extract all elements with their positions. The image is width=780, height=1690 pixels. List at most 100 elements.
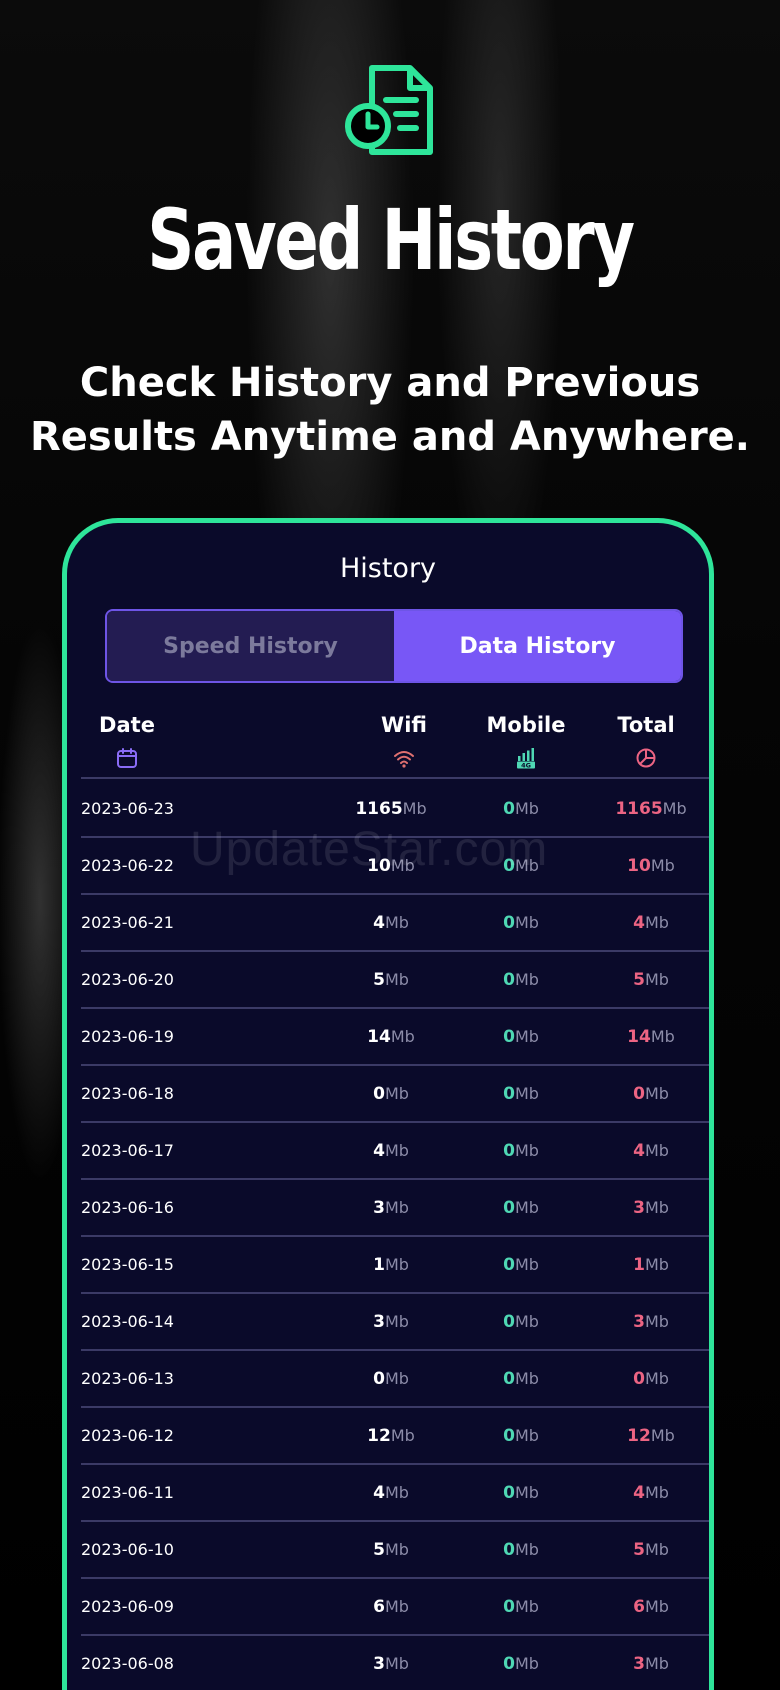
row-total-unit: Mb: [650, 1027, 675, 1046]
row-mobile-unit: Mb: [514, 1426, 539, 1445]
row-date: 2023-06-11: [81, 1483, 174, 1502]
row-wifi-unit: Mb: [402, 799, 427, 818]
row-mobile-value: 0: [503, 1369, 515, 1389]
promo-subheadline: Check History and Previous Results Anyti…: [0, 356, 780, 464]
column-label-date: Date: [99, 713, 155, 737]
row-total: 4Mb: [591, 895, 709, 950]
row-mobile: 0Mb: [461, 1408, 581, 1463]
row-date: 2023-06-18: [81, 1084, 174, 1103]
row-total-unit: Mb: [644, 1141, 669, 1160]
row-wifi: 3Mb: [331, 1636, 451, 1690]
row-wifi-value: 3: [373, 1312, 385, 1332]
watermark: UpdateStar.com: [190, 823, 549, 876]
row-wifi: 3Mb: [331, 1294, 451, 1349]
row-wifi-value: 0: [373, 1369, 385, 1389]
row-wifi-unit: Mb: [384, 1654, 409, 1673]
row-mobile: 0Mb: [461, 1636, 581, 1690]
row-mobile-value: 0: [503, 913, 515, 933]
row-mobile-unit: Mb: [514, 1654, 539, 1673]
row-wifi: 3Mb: [331, 1180, 451, 1235]
table-row: 2023-06-09 6Mb 0Mb 6Mb: [81, 1579, 709, 1636]
history-table: 2023-06-23 1165Mb 0Mb 1165Mb 2023-06-22 10Mb 0…: [81, 781, 709, 1690]
row-mobile-value: 0: [503, 1084, 515, 1104]
row-wifi-value: 5: [373, 970, 385, 990]
row-mobile-value: 0: [503, 970, 515, 990]
row-total-unit: Mb: [644, 1084, 669, 1103]
row-wifi: 12Mb: [331, 1408, 451, 1463]
table-header: Date Wifi Mobile 4G Total: [81, 713, 709, 779]
row-date: 2023-06-23: [81, 799, 174, 818]
row-date: 2023-06-08: [81, 1654, 174, 1673]
row-date: 2023-06-19: [81, 1027, 174, 1046]
row-wifi-value: 4: [373, 913, 385, 933]
row-mobile-unit: Mb: [514, 1369, 539, 1388]
table-row: 2023-06-19 14Mb 0Mb 14Mb: [81, 1009, 709, 1066]
row-wifi: 4Mb: [331, 895, 451, 950]
row-total-unit: Mb: [650, 856, 675, 875]
row-mobile-value: 0: [503, 1426, 515, 1446]
row-mobile: 0Mb: [461, 895, 581, 950]
row-total: 3Mb: [591, 1180, 709, 1235]
row-wifi-value: 3: [373, 1198, 385, 1218]
row-total-unit: Mb: [650, 1426, 675, 1445]
row-mobile-unit: Mb: [514, 1312, 539, 1331]
column-header-mobile: Mobile 4G: [486, 713, 566, 769]
row-wifi: 0Mb: [331, 1351, 451, 1406]
column-header-date: Date: [99, 713, 155, 769]
row-total-value: 10: [627, 856, 651, 876]
row-date: 2023-06-10: [81, 1540, 174, 1559]
row-total: 4Mb: [591, 1465, 709, 1520]
row-mobile-unit: Mb: [514, 1141, 539, 1160]
row-wifi-value: 0: [373, 1084, 385, 1104]
row-mobile: 0Mb: [461, 952, 581, 1007]
column-header-wifi: Wifi: [371, 713, 437, 769]
row-total-unit: Mb: [644, 1255, 669, 1274]
row-wifi-value: 3: [373, 1654, 385, 1674]
row-total-unit: Mb: [644, 1312, 669, 1331]
row-wifi-value: 12: [367, 1426, 391, 1446]
row-wifi-unit: Mb: [384, 1255, 409, 1274]
row-wifi-unit: Mb: [384, 1198, 409, 1217]
row-total-value: 3: [633, 1654, 645, 1674]
row-total-value: 6: [633, 1597, 645, 1617]
column-label-mobile: Mobile: [486, 713, 566, 737]
row-wifi: 1Mb: [331, 1237, 451, 1292]
row-wifi-unit: Mb: [384, 1540, 409, 1559]
table-row: 2023-06-08 3Mb 0Mb 3Mb: [81, 1636, 709, 1690]
row-wifi: 4Mb: [331, 1123, 451, 1178]
row-wifi-unit: Mb: [390, 1426, 415, 1445]
row-total-value: 4: [633, 1483, 645, 1503]
row-mobile: 0Mb: [461, 1294, 581, 1349]
row-wifi: 5Mb: [331, 952, 451, 1007]
wifi-icon: [394, 751, 414, 768]
row-date: 2023-06-20: [81, 970, 174, 989]
row-total: 6Mb: [591, 1579, 709, 1634]
row-total: 10Mb: [591, 838, 709, 893]
row-mobile-unit: Mb: [514, 1198, 539, 1217]
row-mobile-value: 0: [503, 799, 515, 819]
row-mobile-value: 0: [503, 1255, 515, 1275]
table-row: 2023-06-15 1Mb 0Mb 1Mb: [81, 1237, 709, 1294]
row-mobile: 0Mb: [461, 1009, 581, 1064]
row-total-value: 0: [633, 1369, 645, 1389]
tab-data-history[interactable]: Data History: [394, 611, 681, 681]
row-wifi-unit: Mb: [384, 1312, 409, 1331]
row-date: 2023-06-15: [81, 1255, 174, 1274]
table-row: 2023-06-12 12Mb 0Mb 12Mb: [81, 1408, 709, 1465]
row-wifi-unit: Mb: [384, 1369, 409, 1388]
signal-4g-icon: 4G: [517, 748, 535, 769]
row-total-value: 12: [627, 1426, 651, 1446]
table-row: 2023-06-11 4Mb 0Mb 4Mb: [81, 1465, 709, 1522]
row-total-unit: Mb: [662, 799, 687, 818]
tab-speed-history[interactable]: Speed History: [107, 611, 394, 681]
row-wifi-value: 1165: [355, 799, 403, 819]
row-wifi-unit: Mb: [384, 1483, 409, 1502]
row-mobile-unit: Mb: [514, 970, 539, 989]
row-wifi: 6Mb: [331, 1579, 451, 1634]
row-mobile: 0Mb: [461, 1579, 581, 1634]
row-mobile-unit: Mb: [514, 913, 539, 932]
row-mobile: 0Mb: [461, 1180, 581, 1235]
row-wifi-value: 1: [373, 1255, 385, 1275]
table-row: 2023-06-16 3Mb 0Mb 3Mb: [81, 1180, 709, 1237]
row-wifi-unit: Mb: [384, 913, 409, 932]
